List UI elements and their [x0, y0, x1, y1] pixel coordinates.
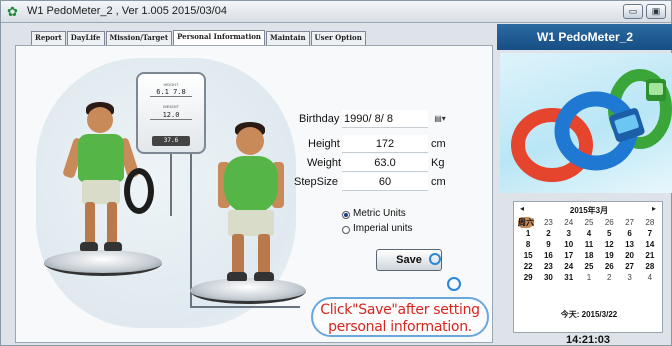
calendar-day[interactable]: 14 — [640, 239, 660, 250]
calendar-day[interactable]: 21 — [640, 250, 660, 261]
calendar-day[interactable]: 12 — [599, 239, 619, 250]
title-bar: ✿ W1 PedoMeter_2 , Ver 1.005 2015/03/04 … — [1, 1, 671, 23]
calendar-day[interactable]: 11 — [579, 239, 599, 250]
calendar-dropdown-icon[interactable]: ▤▾ — [431, 112, 449, 126]
connector-line — [190, 146, 192, 308]
calendar-day[interactable]: 3 — [619, 272, 639, 283]
stepsize-label: StepSize — [294, 176, 339, 188]
tab-report[interactable]: Report — [31, 31, 66, 45]
calendar-day[interactable]: 4 — [640, 272, 660, 283]
connector-line — [170, 146, 172, 216]
tab-user-option[interactable]: User Option — [310, 31, 366, 45]
calendar-day[interactable]: 18 — [579, 250, 599, 261]
scale-weight-value: 12.0 — [150, 111, 192, 120]
minimize-button[interactable]: ▭ — [623, 4, 643, 19]
right-panel-title: W1 PedoMeter_2 — [497, 24, 672, 50]
app-window: ✿ W1 PedoMeter_2 , Ver 1.005 2015/03/04 … — [0, 0, 672, 346]
calendar-day[interactable]: 1 — [579, 272, 599, 283]
tab-daylife[interactable]: DayLife — [66, 31, 105, 45]
callout-line-1: Click"Save"after setting — [320, 302, 480, 318]
imperial-units-label: Imperial units — [353, 223, 413, 234]
callout-line-2: personal information. — [328, 319, 472, 335]
stepsize-unit: cm — [431, 176, 446, 188]
birthday-field[interactable]: 1990/ 8/ 8 — [342, 110, 428, 128]
scale-height-label: HEIGHT — [163, 82, 179, 87]
calendar-day[interactable]: 27 — [619, 261, 639, 272]
calendar-day[interactable]: 22 — [518, 261, 538, 272]
stepsize-field[interactable]: 60 — [342, 173, 428, 191]
scale-weight-label: WEIGHT — [163, 104, 179, 109]
weight-field[interactable]: 63.0 — [342, 154, 428, 172]
weight-unit: Kg — [431, 157, 445, 169]
calendar-day[interactable]: 25 — [579, 217, 599, 228]
calendar-day[interactable]: 2 — [599, 272, 619, 283]
calendar-day[interactable]: 3 — [559, 228, 579, 239]
calendar-day[interactable]: 17 — [559, 250, 579, 261]
click-indicator-icon — [447, 277, 461, 291]
calendar-day[interactable]: 23 — [538, 261, 558, 272]
metric-units-radio[interactable] — [342, 211, 350, 219]
calendar-day[interactable]: 10 — [559, 239, 579, 250]
calendar-day[interactable]: 16 — [538, 250, 558, 261]
weight-label: Weight — [307, 157, 342, 169]
calendar-weekday-header: 周六 — [518, 217, 534, 228]
calendar-day[interactable]: 5 — [599, 228, 619, 239]
imperial-units-radio[interactable] — [342, 226, 350, 234]
calendar-day[interactable]: 27 — [619, 217, 639, 228]
calendar-day[interactable]: 15 — [518, 250, 538, 261]
metric-units-label: Metric Units — [353, 208, 406, 219]
calendar-day[interactable]: 29 — [518, 272, 538, 283]
wristbands-image — [511, 69, 672, 182]
tab-personal-information[interactable]: Personal Information — [173, 30, 265, 45]
connector-line — [190, 306, 300, 308]
instruction-callout: Click"Save"after setting personal inform… — [311, 297, 489, 337]
month-calendar: ◂ 2015年3月 ▸ 日周一周二周三周四周五周六222324252627281… — [513, 201, 663, 333]
calendar-next-button[interactable]: ▸ — [652, 204, 656, 213]
calendar-day[interactable]: 19 — [599, 250, 619, 261]
tab-mission-target[interactable]: Mission/Target — [105, 31, 173, 45]
calendar-day[interactable]: 23 — [538, 217, 558, 228]
calendar-month-label: 2015年3月 — [569, 206, 609, 215]
calendar-day[interactable]: 4 — [579, 228, 599, 239]
calendar-day[interactable]: 24 — [559, 261, 579, 272]
height-unit: cm — [431, 138, 446, 150]
wristband-icon — [124, 168, 154, 214]
height-field[interactable]: 172 — [342, 135, 428, 153]
calendar-day[interactable]: 24 — [559, 217, 579, 228]
calendar-day[interactable]: 26 — [599, 261, 619, 272]
scale-height-value: 6.1 7.8 — [150, 88, 192, 97]
calendar-day[interactable]: 7 — [640, 228, 660, 239]
calendar-day[interactable]: 30 — [538, 272, 558, 283]
app-icon: ✿ — [7, 4, 18, 19]
calendar-day[interactable]: 9 — [538, 239, 558, 250]
click-indicator-icon — [429, 253, 441, 265]
calendar-day[interactable]: 6 — [619, 228, 639, 239]
calendar-day[interactable]: 25 — [579, 261, 599, 272]
height-label: Height — [308, 138, 340, 150]
calendar-day[interactable]: 8 — [518, 239, 538, 250]
calendar-day[interactable]: 28 — [640, 217, 660, 228]
calendar-day[interactable]: 1 — [518, 228, 538, 239]
product-photo — [500, 53, 672, 193]
calendar-today-label[interactable]: 今天: 2015/3/22 — [514, 309, 664, 320]
clock-display: 14:21:03 — [565, 334, 611, 346]
calendar-day[interactable]: 28 — [640, 261, 660, 272]
close-button[interactable]: ▣ — [646, 4, 666, 19]
tab-maintain[interactable]: Maintain — [265, 31, 310, 45]
tab-strip: Report DayLife Mission/Target Personal I… — [31, 30, 367, 45]
heavy-person-illustration — [212, 122, 292, 292]
birthday-label: Birthday — [299, 113, 340, 125]
calendar-day[interactable]: 26 — [599, 217, 619, 228]
scale-footer-value: 37.6 — [152, 136, 190, 146]
scale-display-card: HEIGHT 6.1 7.8 WEIGHT 12.0 37.6 — [136, 72, 206, 154]
calendar-day[interactable]: 31 — [559, 272, 579, 283]
window-title: W1 PedoMeter_2 , Ver 1.005 2015/03/04 — [27, 5, 227, 17]
calendar-day[interactable]: 20 — [619, 250, 639, 261]
calendar-day[interactable]: 2 — [538, 228, 558, 239]
calendar-grid: 日周一周二周三周四周五周六222324252627281234567891011… — [518, 217, 660, 283]
calendar-day[interactable]: 13 — [619, 239, 639, 250]
